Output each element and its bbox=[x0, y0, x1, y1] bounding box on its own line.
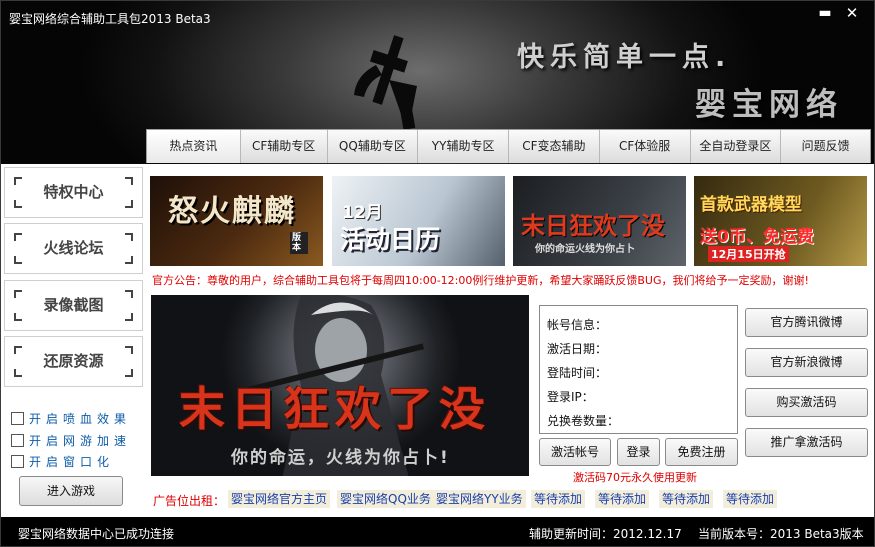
login-ip-label: 登录IP： bbox=[547, 390, 594, 404]
connection-status: 婴宝网络数据中心已成功连接 bbox=[18, 527, 175, 541]
thumb-activity-calendar[interactable]: 12月 活动日历 bbox=[332, 176, 505, 266]
ad-link-pending-4[interactable]: 等待添加 bbox=[723, 490, 778, 508]
tab-auto-login[interactable]: 全自动登录区 bbox=[691, 130, 782, 163]
buy-activation-code-button[interactable]: 购买激活码 bbox=[745, 388, 868, 417]
thumb-fire-qilin-title: 怒火麒麟 bbox=[168, 194, 296, 229]
tab-yy-assist[interactable]: YY辅助专区 bbox=[418, 130, 509, 163]
thumb-weapon-offer: 送0币、免运费 bbox=[700, 227, 814, 247]
blood-effect-label: 开启喷血效果 bbox=[29, 411, 132, 426]
privilege-center-button[interactable]: 特权中心 bbox=[4, 167, 143, 218]
ad-link-official-site[interactable]: 婴宝网络官方主页 bbox=[228, 490, 331, 508]
banner-slogan-line1: 快乐简单一点. bbox=[517, 42, 732, 73]
minimize-icon[interactable]: ▬ bbox=[814, 3, 836, 23]
voucher-count-label: 兑换卷数量： bbox=[547, 414, 620, 428]
game-acceleration-option[interactable]: 开启网游加速 bbox=[11, 431, 131, 449]
thumb-fire-qilin[interactable]: 怒火麒麟 版本 bbox=[150, 176, 323, 266]
tab-cf-test-server[interactable]: CF体验服 bbox=[600, 130, 691, 163]
window-title: 婴宝网络综合辅助工具包2013 Beta3 bbox=[9, 12, 211, 26]
promo-title: 末日狂欢了没 bbox=[179, 382, 491, 436]
windowed-mode-checkbox[interactable] bbox=[11, 454, 24, 468]
game-acceleration-label: 开启网游加速 bbox=[29, 433, 132, 448]
main-window: 婴宝网络综合辅助工具包2013 Beta3 ▬ ✕ 快乐简单一点. 婴宝网络 热… bbox=[0, 0, 875, 547]
privilege-center-label: 特权中心 bbox=[43, 183, 104, 201]
tab-hot-news[interactable]: 热点资讯 bbox=[147, 130, 241, 163]
nav-tab-bar: 热点资讯 CF辅助专区 QQ辅助专区 YY辅助专区 CF变态辅助 CF体验服 全… bbox=[146, 129, 871, 163]
promo-subtitle: 你的命运，火线为你占卜! bbox=[231, 448, 450, 468]
tab-qq-assist[interactable]: QQ辅助专区 bbox=[328, 130, 419, 163]
thumb-doomsday-title: 末日狂欢了没 bbox=[521, 212, 665, 240]
cf-forum-button[interactable]: 火线论坛 bbox=[4, 223, 143, 274]
free-register-button[interactable]: 免费注册 bbox=[665, 438, 738, 466]
recording-screenshot-label: 录像截图 bbox=[43, 296, 104, 314]
promo-banner[interactable]: 末日狂欢了没 你的命运，火线为你占卜! bbox=[151, 295, 529, 476]
tab-cf-hack[interactable]: CF变态辅助 bbox=[509, 130, 600, 163]
tab-cf-assist[interactable]: CF辅助专区 bbox=[241, 130, 328, 163]
version-info: 当前版本号：2013 Beta3版本 bbox=[698, 527, 864, 541]
login-button[interactable]: 登录 bbox=[617, 438, 660, 466]
update-time: 辅助更新时间：2012.12.17 bbox=[529, 527, 682, 541]
blood-effect-checkbox[interactable] bbox=[11, 411, 24, 425]
ad-link-pending-1[interactable]: 等待添加 bbox=[531, 490, 586, 508]
windowed-mode-option[interactable]: 开启窗口化 bbox=[11, 452, 114, 470]
ad-space-label: 广告位出租： bbox=[153, 494, 226, 508]
enter-game-button[interactable]: 进入游戏 bbox=[19, 476, 123, 506]
tencent-weibo-button[interactable]: 官方腾讯微博 bbox=[745, 308, 868, 337]
ad-link-qq-business[interactable]: 婴宝网络QQ业务 bbox=[337, 490, 434, 508]
blood-effect-option[interactable]: 开启喷血效果 bbox=[11, 409, 131, 427]
login-time-label: 登陆时间： bbox=[547, 366, 608, 380]
tab-feedback[interactable]: 问题反馈 bbox=[781, 130, 870, 163]
thumb-activity-title: 活动日历 bbox=[340, 225, 441, 254]
thumb-doomsday-carnival[interactable]: 末日狂欢了没 你的命运火线为你占卜 bbox=[513, 176, 686, 266]
thumb-doomsday-subtitle: 你的命运火线为你占卜 bbox=[535, 244, 635, 255]
activate-account-button[interactable]: 激活帐号 bbox=[539, 438, 611, 466]
official-notice: 官方公告：尊敬的用户，综合辅助工具包将于每周四10:00-12:00例行维护更新… bbox=[152, 274, 809, 287]
windowed-mode-label: 开启窗口化 bbox=[29, 454, 115, 469]
cf-forum-label: 火线论坛 bbox=[43, 239, 104, 257]
header-banner: 婴宝网络综合辅助工具包2013 Beta3 ▬ ✕ 快乐简单一点. 婴宝网络 热… bbox=[1, 1, 874, 164]
rifle-silhouette-icon bbox=[354, 35, 417, 130]
game-acceleration-checkbox[interactable] bbox=[11, 433, 24, 447]
activation-date-label: 激活日期： bbox=[547, 342, 608, 356]
restore-resources-button[interactable]: 还原资源 bbox=[4, 336, 143, 387]
banner-slogan-line2: 婴宝网络 bbox=[695, 87, 843, 123]
thumb-weapon-title: 首款武器模型 bbox=[700, 195, 802, 215]
ad-link-pending-3[interactable]: 等待添加 bbox=[659, 490, 714, 508]
recording-screenshot-button[interactable]: 录像截图 bbox=[4, 280, 143, 331]
restore-resources-label: 还原资源 bbox=[43, 352, 104, 370]
thumb-weapon-date: 12月15日开抢 bbox=[708, 246, 789, 262]
sina-weibo-button[interactable]: 官方新浪微博 bbox=[745, 348, 868, 377]
promote-for-code-button[interactable]: 推广拿激活码 bbox=[745, 428, 868, 457]
thumb-weapon-model[interactable]: 首款武器模型 送0币、免运费 12月15日开抢 bbox=[694, 176, 867, 266]
thumb-fire-qilin-tag: 版本 bbox=[290, 232, 308, 254]
status-bar: 婴宝网络数据中心已成功连接 辅助更新时间：2012.12.17 当前版本号：20… bbox=[1, 517, 874, 546]
account-info-label: 帐号信息： bbox=[547, 318, 608, 332]
ad-link-yy-business[interactable]: 婴宝网络YY业务 bbox=[433, 490, 526, 508]
ad-link-pending-2[interactable]: 等待添加 bbox=[595, 490, 650, 508]
activation-code-note: 激活码70元永久使用更新 bbox=[573, 471, 697, 484]
close-icon[interactable]: ✕ bbox=[841, 3, 863, 23]
account-info-panel: 帐号信息： 激活日期： 登陆时间： 登录IP： 兑换卷数量： bbox=[539, 305, 738, 434]
